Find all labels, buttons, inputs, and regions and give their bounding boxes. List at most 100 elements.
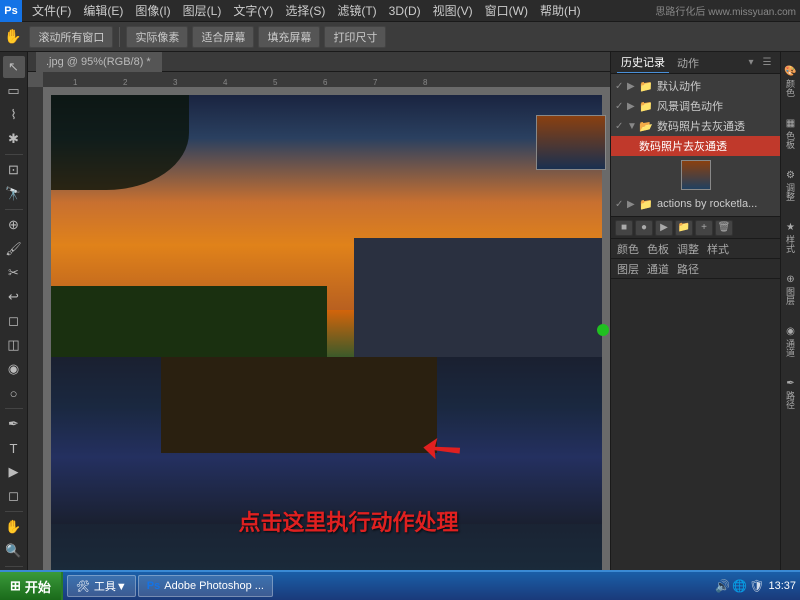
action-group-scenery[interactable]: ✓ ▶ 📁 风景调色动作 [611, 96, 780, 116]
text-tool[interactable]: T [3, 437, 25, 459]
sub-panel-label-3: 调整 [677, 241, 699, 257]
speaker-icon[interactable]: 🔊 [715, 579, 730, 593]
new-set-button[interactable]: 📁 [675, 220, 693, 236]
color-panel-button[interactable]: 🎨 颜色 [783, 56, 799, 106]
sub-panel-label-5: 图层 [617, 261, 639, 277]
action-item-digital-sub[interactable]: 数码照片去灰通透 [611, 136, 780, 156]
panel-menu-button[interactable]: ☰ [760, 56, 774, 70]
taskbar-item-tools[interactable]: 🛠 工具▼ [67, 575, 136, 597]
play-button[interactable]: ▶ [655, 220, 673, 236]
history-actions-panel: 历史记录 动作 ▾ ☰ ✓ ▶ 📁 默认动作 ✓ ▶ [611, 52, 780, 239]
panel-bottom: ■ ● ▶ 📁 + 🗑 [611, 216, 780, 238]
eraser-tool[interactable]: ◻ [3, 310, 25, 332]
marquee-tool[interactable]: ▭ [3, 80, 25, 102]
history-brush-tool[interactable]: ↩ [3, 286, 25, 308]
start-button[interactable]: ⊞ 开始 [0, 572, 63, 600]
menu-view[interactable]: 视图(V) [427, 0, 479, 21]
action-digital-sub-label: 数码照片去灰通透 [639, 138, 776, 154]
menu-3d[interactable]: 3D(D) [383, 0, 427, 21]
paths-panel-button[interactable]: ✒ 路径 [783, 368, 799, 418]
channels-panel-button[interactable]: ◉ 通道 [783, 316, 799, 366]
move-tool[interactable]: ↖ [3, 56, 25, 78]
layers-panel-button[interactable]: ⊕ 图层 [783, 264, 799, 314]
action-group-digital[interactable]: ✓ ▼ 📂 数码照片去灰通透 [611, 116, 780, 136]
tool-separator-3 [5, 408, 23, 409]
menu-file[interactable]: 文件(F) [26, 0, 77, 21]
zoom-tool[interactable]: 🔍 [3, 540, 25, 562]
tab-actions[interactable]: 动作 [673, 52, 703, 73]
folder-icon: 📁 [639, 79, 653, 93]
sub-panel-label-7: 路径 [677, 261, 699, 277]
canvas-content[interactable]: ➚ 点击这里执行动作处理 [43, 87, 610, 580]
healing-brush-tool[interactable]: ⊕ [3, 214, 25, 236]
scroll-all-windows-button[interactable]: 滚动所有窗口 [29, 26, 113, 48]
menu-help[interactable]: 帮助(H) [534, 0, 587, 21]
quick-select-tool[interactable]: ✱ [3, 128, 25, 150]
style-icon: ★ [786, 222, 795, 233]
paths-label: 路径 [784, 391, 797, 409]
pen-tool[interactable]: ✒ [3, 413, 25, 435]
left-tool-panel: ↖ ▭ ⌇ ✱ ⊡ 🔭 ⊕ 🖌 ✂ ↩ ◻ ◫ ◉ ○ ✒ T ▶ ◻ ✋ 🔍 [0, 52, 28, 600]
fill-screen-button[interactable]: 填充屏幕 [258, 26, 320, 48]
adjustment-panel-button[interactable]: ⚙ 调整 [783, 160, 799, 210]
fit-screen-button[interactable]: 适合屏幕 [192, 26, 254, 48]
ruler-tick-4: 4 [223, 78, 227, 87]
menu-edit[interactable]: 编辑(E) [77, 0, 129, 21]
actual-pixels-button[interactable]: 实际像素 [126, 26, 188, 48]
menu-layer[interactable]: 图层(L) [177, 0, 228, 21]
path-selection-tool[interactable]: ▶ [3, 461, 25, 483]
shape-tool[interactable]: ◻ [3, 485, 25, 507]
channels-label: 通道 [784, 339, 797, 357]
lasso-tool[interactable]: ⌇ [3, 104, 25, 126]
tool-separator-5 [5, 566, 23, 567]
tool-separator [5, 154, 23, 155]
clone-stamp-tool[interactable]: ✂ [3, 262, 25, 284]
style-panel-button[interactable]: ★ 样式 [783, 212, 799, 262]
ps-icon: Ps [147, 580, 160, 592]
record-button[interactable]: ● [635, 220, 653, 236]
menu-select[interactable]: 选择(S) [279, 0, 331, 21]
app-icon: Ps [0, 0, 22, 22]
menu-filter[interactable]: 滤镜(T) [331, 0, 382, 21]
taskbar-item-ps[interactable]: Ps Adobe Photoshop ... [138, 575, 273, 597]
shield-icon[interactable]: 🛡 [749, 579, 764, 593]
menu-window[interactable]: 窗口(W) [479, 0, 534, 21]
toggle-icon-2: ▶ [627, 101, 639, 112]
sub-panel-header-1: 颜色 色板 调整 样式 [611, 239, 780, 259]
action-group-rocket[interactable]: ✓ ▶ 📁 actions by rocketla... [611, 194, 780, 214]
canvas-tab[interactable]: .jpg @ 95%(RGB/8) * [36, 52, 162, 72]
action-group-default[interactable]: ✓ ▶ 📁 默认动作 [611, 76, 780, 96]
menu-text[interactable]: 文字(Y) [227, 0, 279, 21]
windows-icon: ⊞ [10, 578, 21, 594]
swatch-label: 色板 [784, 131, 797, 149]
color-icon: 🎨 [784, 66, 796, 77]
gradient-tool[interactable]: ◫ [3, 334, 25, 356]
sub-panel-header-2: 图层 通道 路径 [611, 259, 780, 279]
brush-tool[interactable]: 🖌 [3, 238, 25, 260]
taskbar-right: 🔊 🌐 🛡 13:37 [711, 579, 800, 593]
panel-collapse-button[interactable]: ▾ [744, 56, 758, 70]
eyedropper-tool[interactable]: 🔭 [3, 183, 25, 205]
crop-tool[interactable]: ⊡ [3, 159, 25, 181]
main-area: ↖ ▭ ⌇ ✱ ⊡ 🔭 ⊕ 🖌 ✂ ↩ ◻ ◫ ◉ ○ ✒ T ▶ ◻ ✋ 🔍 … [0, 52, 800, 600]
delete-button[interactable]: 🗑 [715, 220, 733, 236]
blur-tool[interactable]: ◉ [3, 358, 25, 380]
stop-button[interactable]: ■ [615, 220, 633, 236]
menu-image[interactable]: 图像(I) [129, 0, 176, 21]
dodge-tool[interactable]: ○ [3, 382, 25, 404]
new-action-button[interactable]: + [695, 220, 713, 236]
print-size-button[interactable]: 打印尺寸 [324, 26, 386, 48]
network-icon[interactable]: 🌐 [732, 579, 747, 593]
swatch-panel-button[interactable]: ▦ 色板 [783, 108, 799, 158]
photo-buildings [354, 238, 602, 357]
menu-items: 文件(F) 编辑(E) 图像(I) 图层(L) 文字(Y) 选择(S) 滤镜(T… [22, 0, 587, 21]
tab-history[interactable]: 历史记录 [617, 52, 669, 73]
photo-canvas: ➚ 点击这里执行动作处理 [51, 95, 602, 572]
ruler-tick-1: 1 [73, 78, 77, 87]
action-thumbnail-container [611, 156, 780, 194]
sub-panel-label-2: 色板 [647, 241, 669, 257]
hand-tool[interactable]: ✋ [3, 516, 25, 538]
action-rocket-label: actions by rocketla... [657, 198, 776, 210]
swatch-icon: ▦ [786, 118, 795, 129]
menu-bar: Ps 文件(F) 编辑(E) 图像(I) 图层(L) 文字(Y) 选择(S) 滤… [0, 0, 800, 22]
